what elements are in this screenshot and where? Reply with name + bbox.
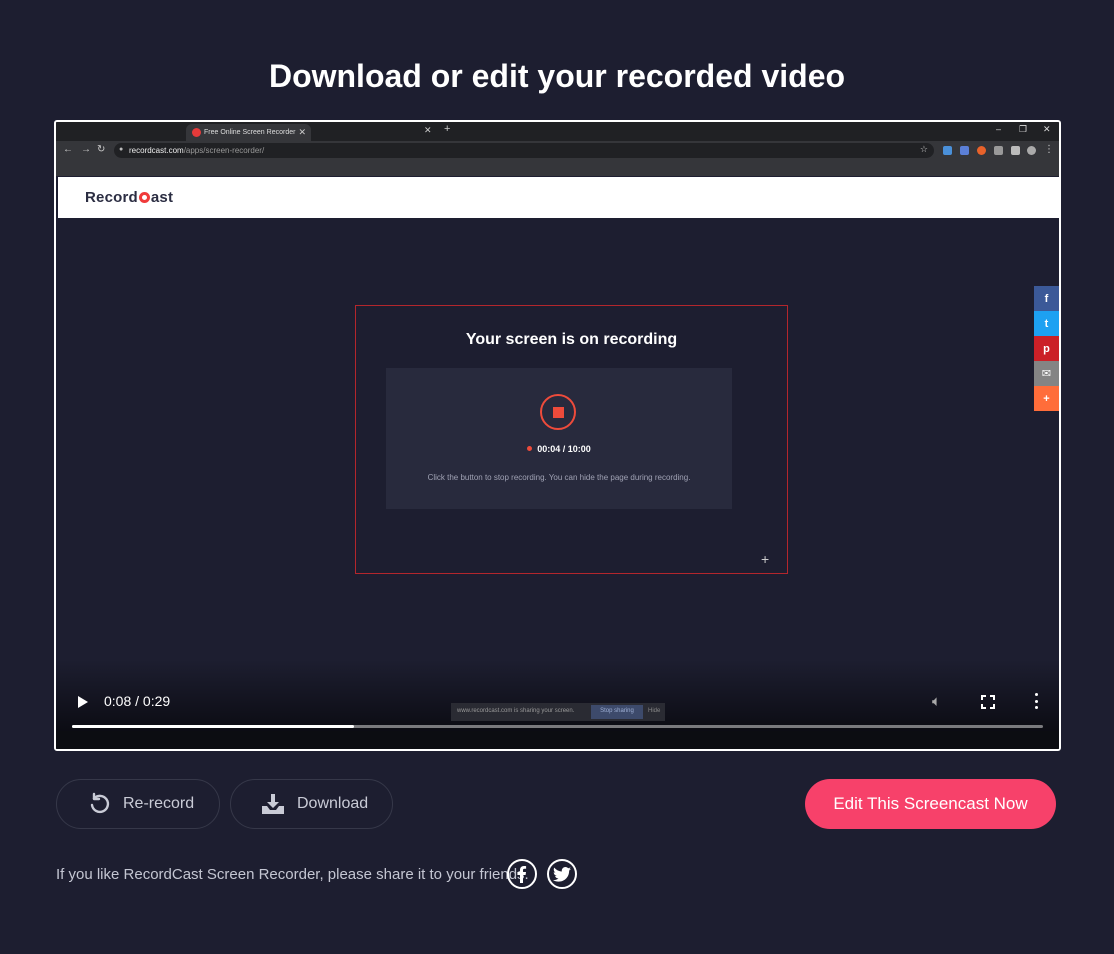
recorded-bookmark-bar <box>56 160 1059 176</box>
recordcast-site-header: Record ast <box>58 177 1059 218</box>
facebook-icon: f <box>1034 286 1059 311</box>
recording-panel: 00:04 / 10:00 Click the button to stop r… <box>386 368 732 509</box>
more-options-icon[interactable] <box>1029 693 1043 709</box>
pinterest-icon: p <box>1034 336 1059 361</box>
twitter-icon <box>553 866 571 882</box>
url-path: /apps/screen-recorder/ <box>183 146 265 155</box>
screen-sharing-banner: www.recordcast.com is sharing your scree… <box>451 703 665 721</box>
recordcast-logo: Record ast <box>85 189 174 206</box>
volume-icon[interactable]: 🔈︎ <box>932 693 941 710</box>
extension-icon <box>960 146 969 155</box>
recordcast-favicon-icon <box>192 128 201 137</box>
recording-title: Your screen is on recording <box>465 331 678 348</box>
video-progress-bar[interactable] <box>72 725 1043 728</box>
url-host: recordcast.com <box>129 146 184 155</box>
download-button[interactable]: Download <box>230 779 393 829</box>
download-icon <box>262 794 284 814</box>
hide-label: Hide <box>648 708 661 714</box>
recorded-taskbar <box>56 731 1059 749</box>
logo-c-icon <box>138 192 150 203</box>
recorded-address-bar: ← → ↻ ● recordcast.com/apps/screen-recor… <box>56 141 1059 160</box>
rerecord-icon <box>90 792 110 814</box>
facebook-icon <box>517 866 527 883</box>
video-time: 0:08 / 0:29 <box>104 693 171 709</box>
recording-timer: 00:04 / 10:00 <box>386 444 732 454</box>
recorded-tab-bar: Free Online Screen Recorder ✕ ✕ + – ❐ ✕ <box>56 122 1059 141</box>
reload-icon: ↻ <box>97 144 106 155</box>
minimize-icon: – <box>996 124 1002 134</box>
recording-area: Your screen is on recording 00:04 / 10:0… <box>355 305 788 574</box>
extension-icon <box>943 146 952 155</box>
video-player[interactable]: Free Online Screen Recorder ✕ ✕ + – ❐ ✕ … <box>54 120 1061 751</box>
play-icon[interactable] <box>78 696 88 708</box>
recorded-share-bar: f t p ✉ + <box>1034 286 1059 411</box>
rerecord-button[interactable]: Re-record <box>56 779 220 829</box>
recording-dot-icon <box>527 446 533 451</box>
extension-icon <box>977 146 986 155</box>
puzzle-icon <box>1011 146 1020 155</box>
window-close-icon: ✕ <box>1043 124 1051 134</box>
tab-close-icon: ✕ <box>298 127 306 137</box>
forward-icon: → <box>81 144 91 155</box>
sharing-banner-text: www.recordcast.com is sharing your scree… <box>457 708 575 714</box>
page-title: Download or edit your recorded video <box>268 58 846 94</box>
email-icon: ✉ <box>1034 361 1059 386</box>
crosshair-cursor-icon: + <box>761 551 770 567</box>
recording-hint: Click the button to stop recording. You … <box>427 473 691 482</box>
new-tab-icon: + <box>444 123 451 135</box>
back-icon: ← <box>63 144 73 155</box>
share-prompt: If you like RecordCast Screen Recorder, … <box>56 866 529 883</box>
extension-icon <box>994 146 1003 155</box>
browser-menu-icon: ⋮ <box>1044 144 1054 155</box>
edit-screencast-button[interactable]: Edit This Screencast Now <box>805 779 1056 829</box>
twitter-icon: t <box>1034 311 1059 336</box>
fullscreen-icon[interactable] <box>981 695 995 709</box>
video-progress-fill <box>72 725 354 728</box>
recorded-browser-tab: Free Online Screen Recorder ✕ <box>186 124 311 141</box>
restore-icon: ❐ <box>1019 124 1028 134</box>
twitter-share-button[interactable] <box>547 859 577 889</box>
profile-icon <box>1027 146 1036 155</box>
bookmark-star-icon: ☆ <box>919 144 928 154</box>
rerecord-label: Re-record <box>123 795 195 812</box>
facebook-share-button[interactable] <box>507 859 537 889</box>
recorded-omnibox: ● recordcast.com/apps/screen-recorder/ ☆ <box>114 143 934 158</box>
lock-icon: ● <box>119 146 124 153</box>
more-share-icon: + <box>1034 386 1059 411</box>
stop-recording-icon <box>540 394 576 430</box>
stop-sharing-label: Stop sharing <box>591 705 643 719</box>
download-label: Download <box>297 795 369 812</box>
recorded-tab-title: Free Online Screen Recorder <box>204 129 296 136</box>
tab-close-icon: ✕ <box>424 125 432 135</box>
